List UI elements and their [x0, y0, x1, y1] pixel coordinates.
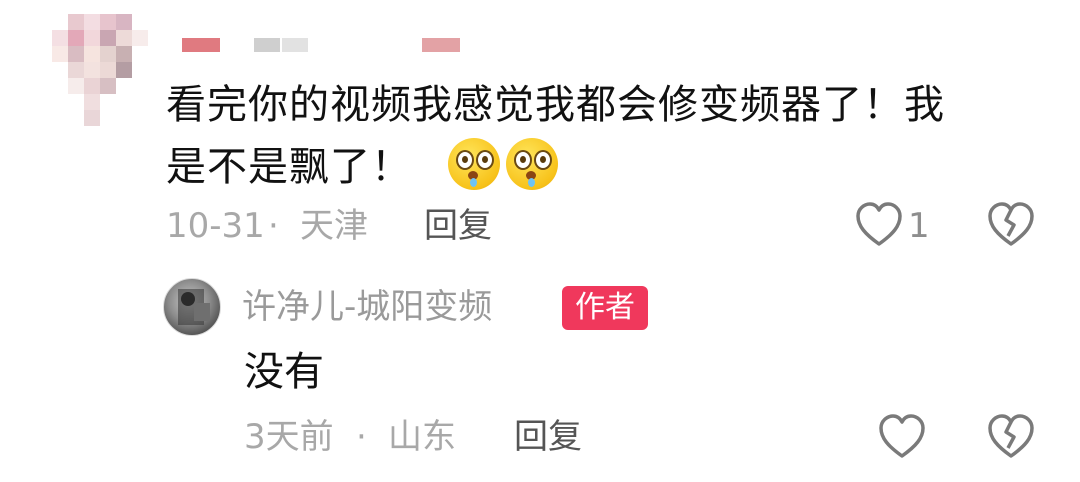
comment-reply-button[interactable]: 回复 [424, 204, 492, 248]
dislike-broken-heart-icon[interactable] [987, 202, 1035, 248]
reply-location: 山东 [388, 417, 456, 457]
commenter-avatar[interactable] [52, 14, 148, 126]
reply-separator: · [356, 417, 367, 457]
reply-body: 没有 [244, 349, 324, 395]
shocked-drooling-emoji-icon [505, 138, 558, 190]
comment-separator: · [268, 206, 279, 246]
reply-author-avatar[interactable] [163, 278, 221, 336]
reply-reply-button[interactable]: 回复 [514, 415, 582, 459]
like-count: 1 [908, 206, 930, 246]
reply-date: 3天前 [244, 417, 334, 457]
comment-location: 天津 [300, 206, 368, 246]
comment-text-line2: 是不是飘了！ [166, 144, 412, 190]
commenter-username-blurred[interactable] [0, 36, 1080, 56]
comment-body: 看完你的视频我感觉我都会修变频器了！我 是不是飘了！ [166, 74, 1046, 198]
like-heart-icon[interactable] [855, 202, 903, 248]
author-badge: 作者 [562, 286, 648, 330]
reply-like-heart-icon[interactable] [878, 414, 926, 460]
comment-text-line1: 看完你的视频我感觉我都会修变频器了！我 [166, 82, 945, 128]
reply-author-name[interactable]: 许净儿-城阳变频 [242, 285, 492, 329]
shocked-drooling-emoji-icon [447, 138, 500, 190]
reply-dislike-broken-heart-icon[interactable] [987, 414, 1035, 460]
comment-thread: 看完你的视频我感觉我都会修变频器了！我 是不是飘了！ 10-31 · 天津 回复… [0, 0, 1080, 482]
comment-date: 10-31 [166, 206, 265, 246]
